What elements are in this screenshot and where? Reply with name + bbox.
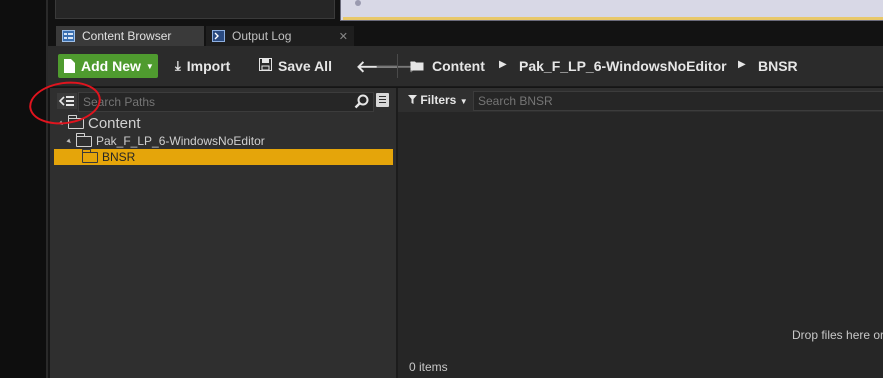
add-new-button[interactable]: Add New ▼ [58,54,158,78]
download-icon: ⤓ [175,58,181,73]
tree-item-content[interactable]: ▼ Content [54,114,393,132]
breadcrumb-item-pak[interactable]: Pak_F_LP_6-WindowsNoEditor [519,54,727,78]
new-document-icon [64,59,75,73]
left-strip [0,0,46,378]
search-paths-input[interactable] [79,93,337,111]
tab-label: Content Browser [82,29,172,43]
view-options-icon[interactable] [376,93,389,107]
search-paths-field[interactable] [78,92,374,112]
output-log-icon [212,30,225,42]
asset-view-panel: Filters ▼ Drop files here or 0 items [398,88,883,378]
viewport-preview[interactable] [340,0,883,21]
save-icon [259,58,272,74]
import-label: Import [186,58,231,74]
folder-icon [82,148,98,163]
tab-bar: Content Browser Output Log ✕ [48,26,883,46]
filters-label: Filters [420,93,457,107]
import-button[interactable]: ⤓ Import [175,54,230,78]
upper-panel [55,0,335,19]
chevron-right-icon[interactable]: ▶ [499,59,507,70]
filters-button[interactable]: Filters ▼ [408,93,468,107]
drop-hint-text: Drop files here or [792,328,883,342]
tree-item-bnsr[interactable]: BNSR [54,148,393,165]
breadcrumb-label: Pak_F_LP_6-WindowsNoEditor [519,58,727,74]
save-all-label: Save All [278,58,332,74]
add-new-label: Add New [81,58,141,74]
tree-item-label: Pak_F_LP_6-WindowsNoEditor [96,134,265,148]
tab-output-log[interactable]: Output Log ✕ [206,26,354,46]
close-icon[interactable]: ✕ [339,30,348,43]
breadcrumb-label: BNSR [758,58,798,74]
filter-icon [408,93,420,107]
search-icon [354,94,369,114]
toolbar: Add New ▼ ⤓ Import Save All 🡐 🡒 Content … [48,46,883,87]
tab-content-browser[interactable]: Content Browser [56,26,204,46]
toolbar-separator [397,54,398,78]
search-assets-field[interactable] [473,91,883,111]
asset-filter-bar: Filters ▼ [398,88,883,112]
search-assets-input[interactable] [474,92,882,110]
sources-panel: ▼ Content ▼ Pak_F_LP_6-WindowsNoEditor B… [50,88,396,378]
chevron-down-icon: ▼ [459,97,468,106]
breadcrumb-item-content[interactable]: Content [410,54,485,78]
viewport-marker [355,0,361,6]
folder-icon [76,132,92,147]
tree-item-label: BNSR [102,150,136,164]
folder-icon [410,58,424,74]
breadcrumb-label: Content [432,58,485,74]
breadcrumb-item-bnsr[interactable]: BNSR [758,54,798,78]
tree-item-label: Content [88,114,141,132]
chevron-right-icon[interactable]: ▶ [738,59,746,70]
expand-arrow-icon[interactable]: ▼ [65,136,76,146]
item-count: 0 items [409,360,448,374]
chevron-down-icon: ▼ [145,61,154,71]
content-browser-icon [62,30,75,42]
tree-item-pak[interactable]: ▼ Pak_F_LP_6-WindowsNoEditor [54,132,393,149]
save-all-button[interactable]: Save All [259,54,332,78]
tab-label: Output Log [232,29,292,43]
viewport-border [343,17,883,20]
